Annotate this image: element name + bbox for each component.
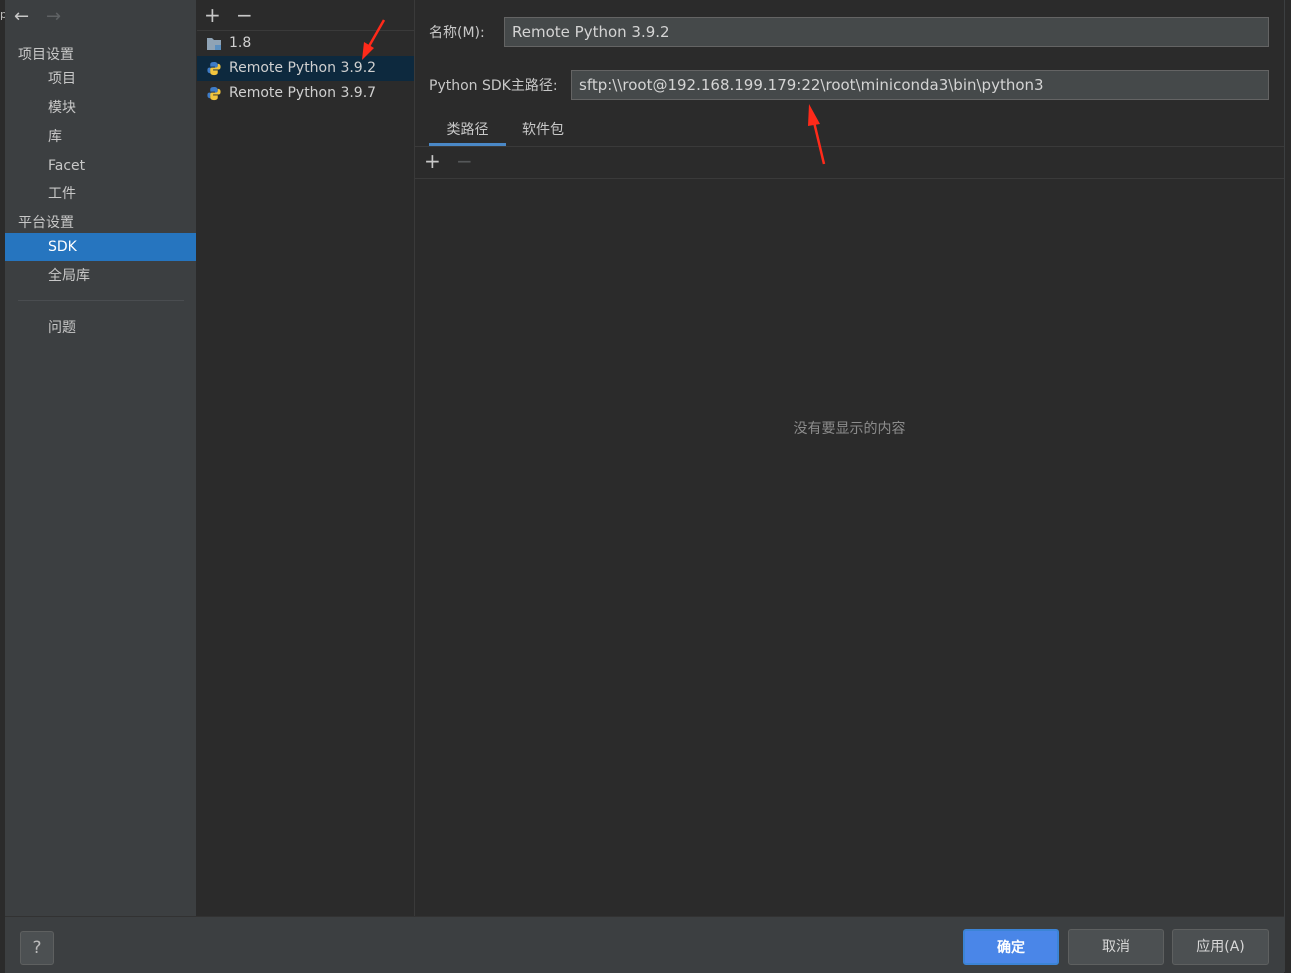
cancel-button[interactable]: 取消 (1068, 929, 1164, 965)
ok-button[interactable]: 确定 (963, 929, 1059, 965)
nav-item-sdk[interactable]: SDK (5, 233, 196, 261)
sdk-list-panel: + − 1.8 Remote Python 3.9.2 Remote Pytho… (197, 0, 415, 916)
add-sdk-icon[interactable]: + (204, 4, 221, 26)
sdk-path-label: Python SDK主路径: (429, 78, 558, 94)
nav-item-project[interactable]: 项目 (5, 65, 196, 93)
annotation-arrow-icon (808, 104, 826, 165)
sdk-item-label: 1.8 (229, 35, 252, 51)
sdk-item-label: Remote Python 3.9.2 (229, 60, 377, 76)
name-input[interactable] (504, 17, 1269, 47)
scrollbar-edge (1284, 0, 1291, 972)
settings-nav: ← → 项目设置 项目 模块 库 Facet 工件 平台设置 SDK 全局库 问… (5, 0, 196, 916)
nav-item-artifacts[interactable]: 工件 (5, 180, 196, 208)
nav-item-libraries[interactable]: 库 (5, 123, 196, 151)
sdk-item-remote-python-397[interactable]: Remote Python 3.9.7 (197, 81, 414, 106)
python-icon (207, 86, 221, 101)
nav-item-global-libraries[interactable]: 全局库 (5, 262, 196, 290)
empty-state-text: 没有要显示的内容 (793, 421, 906, 437)
remove-path-icon[interactable]: − (456, 150, 473, 172)
nav-item-facets[interactable]: Facet (5, 152, 196, 180)
add-path-icon[interactable]: + (424, 150, 441, 172)
dialog-footer: ? 确定 取消 应用(A) (5, 916, 1284, 973)
annotation-arrow-icon (362, 19, 386, 60)
python-icon (207, 61, 221, 76)
nav-divider (18, 300, 184, 301)
sdk-detail-panel: 名称(M): Python SDK主路径: 类路径 软件包 + − 没有要显示的… (415, 0, 1284, 916)
path-toolbar-divider (415, 178, 1284, 179)
apply-button[interactable]: 应用(A) (1172, 929, 1269, 965)
tab-divider (415, 146, 1284, 147)
name-label: 名称(M): (429, 25, 485, 41)
nav-section-project-settings: 项目设置 (18, 47, 74, 63)
nav-section-platform-settings: 平台设置 (18, 215, 74, 231)
forward-arrow-icon[interactable]: → (46, 6, 61, 28)
nav-item-problems[interactable]: 问题 (5, 314, 196, 342)
back-arrow-icon[interactable]: ← (14, 6, 29, 28)
help-button[interactable]: ? (20, 931, 54, 965)
folder-icon (207, 38, 221, 50)
nav-item-modules[interactable]: 模块 (5, 94, 196, 122)
sdk-item-label: Remote Python 3.9.7 (229, 85, 377, 101)
tab-packages[interactable]: 软件包 (511, 114, 575, 146)
tab-classpath[interactable]: 类路径 (429, 114, 506, 146)
remove-sdk-icon[interactable]: − (236, 4, 253, 26)
sdk-path-input[interactable] (571, 70, 1269, 100)
